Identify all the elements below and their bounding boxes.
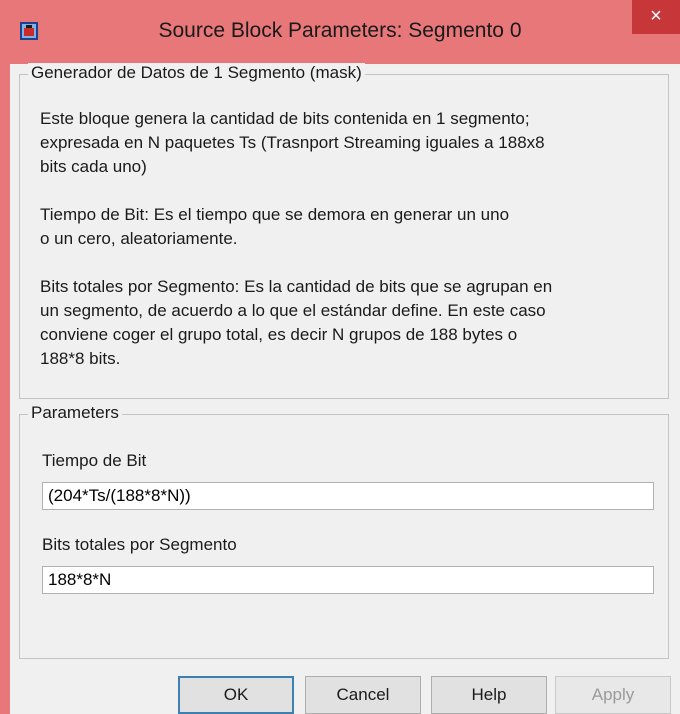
apply-button[interactable]: Apply bbox=[555, 676, 671, 714]
tiempo-de-bit-label: Tiempo de Bit bbox=[42, 451, 147, 470]
mask-description-group: Generador de Datos de 1 Segmento (mask) … bbox=[19, 63, 669, 399]
description-paragraph-bits: Bits totales por Segmento: Es la cantida… bbox=[40, 277, 553, 368]
bits-totales-label: Bits totales por Segmento bbox=[42, 535, 237, 554]
window-title: Source Block Parameters: Segmento 0 bbox=[158, 19, 522, 42]
dialog-client-area: Generador de Datos de 1 Segmento (mask) … bbox=[10, 63, 680, 714]
mask-group-title: Generador de Datos de 1 Segmento (mask) bbox=[28, 63, 365, 83]
close-button[interactable]: × bbox=[632, 0, 680, 34]
mask-description: Este bloque genera la cantidad de bits c… bbox=[40, 107, 655, 371]
description-paragraph-tiempo: Tiempo de Bit: Es el tiempo que se demor… bbox=[40, 205, 510, 248]
parameters-group: Parameters Tiempo de Bit Bits totales po… bbox=[19, 403, 669, 659]
dialog-window: Source Block Parameters: Segmento 0 × Ge… bbox=[0, 0, 680, 714]
cancel-button[interactable]: Cancel bbox=[305, 676, 421, 714]
help-button[interactable]: Help bbox=[431, 676, 547, 714]
bits-totales-input[interactable] bbox=[42, 566, 654, 594]
parameters-group-title: Parameters bbox=[28, 403, 122, 423]
tiempo-de-bit-input[interactable] bbox=[42, 482, 654, 510]
ok-button[interactable]: OK bbox=[178, 676, 294, 714]
description-paragraph-block: Este bloque genera la cantidad de bits c… bbox=[40, 109, 545, 176]
title-bar[interactable]: Source Block Parameters: Segmento 0 × bbox=[0, 0, 680, 64]
